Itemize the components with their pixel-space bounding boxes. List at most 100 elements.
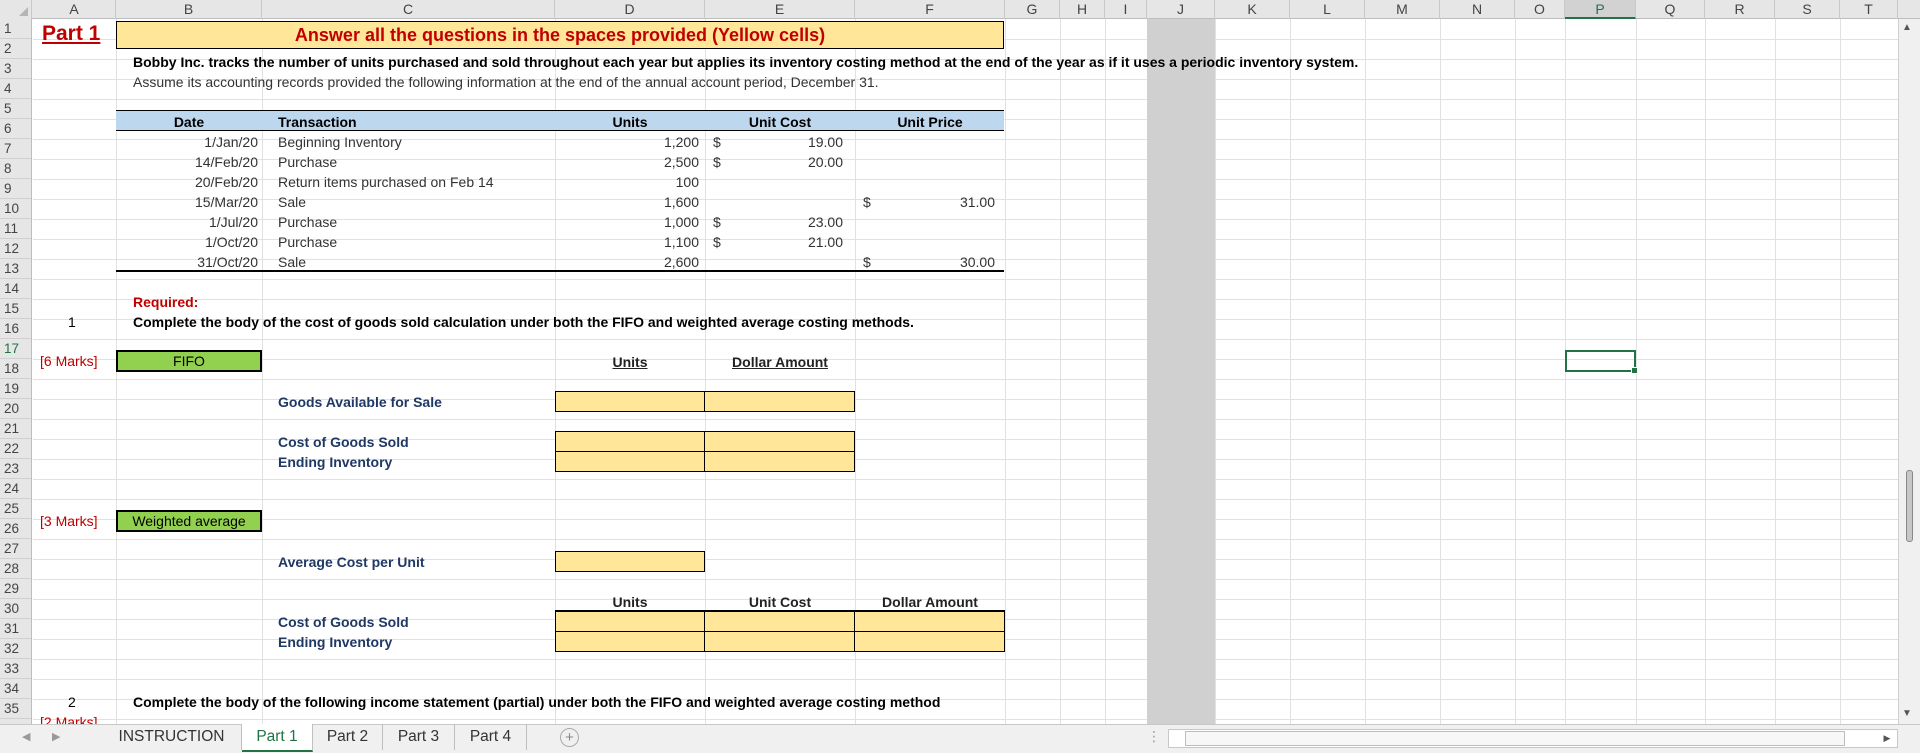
select-all-corner[interactable] [0,0,32,19]
row-header-3[interactable]: 3 [0,59,31,79]
vertical-scroll-thumb[interactable] [1906,470,1913,542]
grid-row-line [33,679,1917,680]
row-header-20[interactable]: 20 [0,399,31,419]
row-header-27[interactable]: 27 [0,539,31,559]
row-header-7[interactable]: 7 [0,139,31,159]
average-cost-per-unit-input[interactable] [555,551,705,572]
row-header-9[interactable]: 9 [0,179,31,199]
fifo-cogs-units-input[interactable] [555,431,705,452]
fifo-goods-available-units-input[interactable] [555,391,705,412]
sheet-tab-instruction[interactable]: INSTRUCTION [102,724,242,750]
column-header-c[interactable]: C [262,0,555,19]
weighted-average-label-cell: Weighted average [116,510,262,532]
row-header-14[interactable]: 14 [0,279,31,299]
column-header-g[interactable]: G [1005,0,1060,19]
row-header-30[interactable]: 30 [0,599,31,619]
column-header-t[interactable]: T [1840,0,1898,19]
scroll-down-arrow-icon[interactable]: ▼ [1902,708,1912,719]
wa-ending-inventory-label: Ending Inventory [278,634,393,650]
wa-cogs-dollar-input[interactable] [854,611,1005,632]
column-header-e[interactable]: E [705,0,855,19]
fifo-goods-available-dollar-input[interactable] [704,391,855,412]
row-header-29[interactable]: 29 [0,579,31,599]
row-header-31[interactable]: 31 [0,619,31,639]
column-header-a[interactable]: A [33,0,116,19]
tab-scroll-left-icon[interactable]: ◀ [22,730,30,743]
table-cell-unit-price: 30.00 [959,254,995,270]
column-header-o[interactable]: O [1515,0,1565,19]
row-header-35[interactable]: 35 [0,699,31,719]
row-header-26[interactable]: 26 [0,519,31,539]
row-header-25[interactable]: 25 [0,499,31,519]
row-header-28[interactable]: 28 [0,559,31,579]
row-header-5[interactable]: 5 [0,99,31,119]
sheet-tab-part-4[interactable]: Part 4 [455,724,527,750]
wa-unit-cost-header: Unit Cost [748,594,812,610]
tab-split-handle-icon[interactable]: ⋮ [1147,728,1161,745]
column-header-q[interactable]: Q [1636,0,1705,19]
row-header-4[interactable]: 4 [0,79,31,99]
add-sheet-icon[interactable]: + [560,728,579,747]
column-header-h[interactable]: H [1060,0,1105,19]
row-header-1[interactable]: 1 [0,19,31,39]
wa-cogs-unit-cost-input[interactable] [704,611,855,632]
row-header-24[interactable]: 24 [0,479,31,499]
row-header-2[interactable]: 2 [0,39,31,59]
row-header-17[interactable]: 17 [0,339,31,359]
row-header-12[interactable]: 12 [0,239,31,259]
row-header-10[interactable]: 10 [0,199,31,219]
part-title: Part 1 [42,22,101,45]
column-header-p[interactable]: P [1565,0,1636,19]
row-header-15[interactable]: 15 [0,299,31,319]
sheet-tab-part-1[interactable]: Part 1 [242,724,313,752]
sheet-tab-part-3[interactable]: Part 3 [383,724,455,750]
wa-units-header: Units [612,594,648,610]
fifo-cogs-dollar-input[interactable] [704,431,855,452]
hscroll-right-icon[interactable]: ▶ [1880,729,1894,748]
table-cell-date: 20/Feb/20 [194,174,258,190]
fifo-ending-units-input[interactable] [555,451,705,472]
table-cell-unit-cost: 23.00 [807,214,843,230]
row-header-21[interactable]: 21 [0,419,31,439]
column-header-r[interactable]: R [1705,0,1775,19]
row-header-22[interactable]: 22 [0,439,31,459]
instruction-banner-text: Answer all the questions in the spaces p… [294,25,826,45]
row-header-8[interactable]: 8 [0,159,31,179]
column-header-m[interactable]: M [1365,0,1440,19]
column-header-l[interactable]: L [1290,0,1365,19]
row-header-18[interactable]: 18 [0,359,31,379]
horizontal-scroll-thumb[interactable] [1185,731,1845,746]
selected-cell-p17[interactable] [1565,350,1638,374]
column-header-k[interactable]: K [1215,0,1290,19]
column-header-b[interactable]: B [116,0,262,19]
column-header-f[interactable]: F [855,0,1005,19]
row-header-33[interactable]: 33 [0,659,31,679]
table-cell-transaction: Purchase [278,154,338,170]
wa-ending-units-input[interactable] [555,631,705,652]
table-cell-cost-symbol: $ [713,214,721,230]
question-2-marks-clip: [2 Marks] [33,712,133,724]
column-header-j[interactable]: J [1147,0,1215,19]
question-2-marks: [2 Marks] [40,714,98,724]
row-header-13[interactable]: 13 [0,259,31,279]
tab-scroll-right-icon[interactable]: ▶ [52,730,60,743]
column-header-i[interactable]: I [1105,0,1147,19]
scroll-up-arrow-icon[interactable]: ▲ [1902,22,1912,33]
row-header-34[interactable]: 34 [0,679,31,699]
column-header-n[interactable]: N [1440,0,1515,19]
sheet-tab-part-2[interactable]: Part 2 [313,724,383,750]
row-header-11[interactable]: 11 [0,219,31,239]
fifo-ending-dollar-input[interactable] [704,451,855,472]
row-header-23[interactable]: 23 [0,459,31,479]
column-header-d[interactable]: D [555,0,705,19]
wa-ending-dollar-input[interactable] [854,631,1005,652]
column-header-s[interactable]: S [1775,0,1840,19]
wa-cogs-units-input[interactable] [555,611,705,632]
row-header-32[interactable]: 32 [0,639,31,659]
table-cell-units: 1,600 [663,194,699,210]
row-header-16[interactable]: 16 [0,319,31,339]
row-header-19[interactable]: 19 [0,379,31,399]
wa-ending-unit-cost-input[interactable] [704,631,855,652]
vertical-scrollbar[interactable] [1898,19,1920,724]
row-header-6[interactable]: 6 [0,119,31,139]
